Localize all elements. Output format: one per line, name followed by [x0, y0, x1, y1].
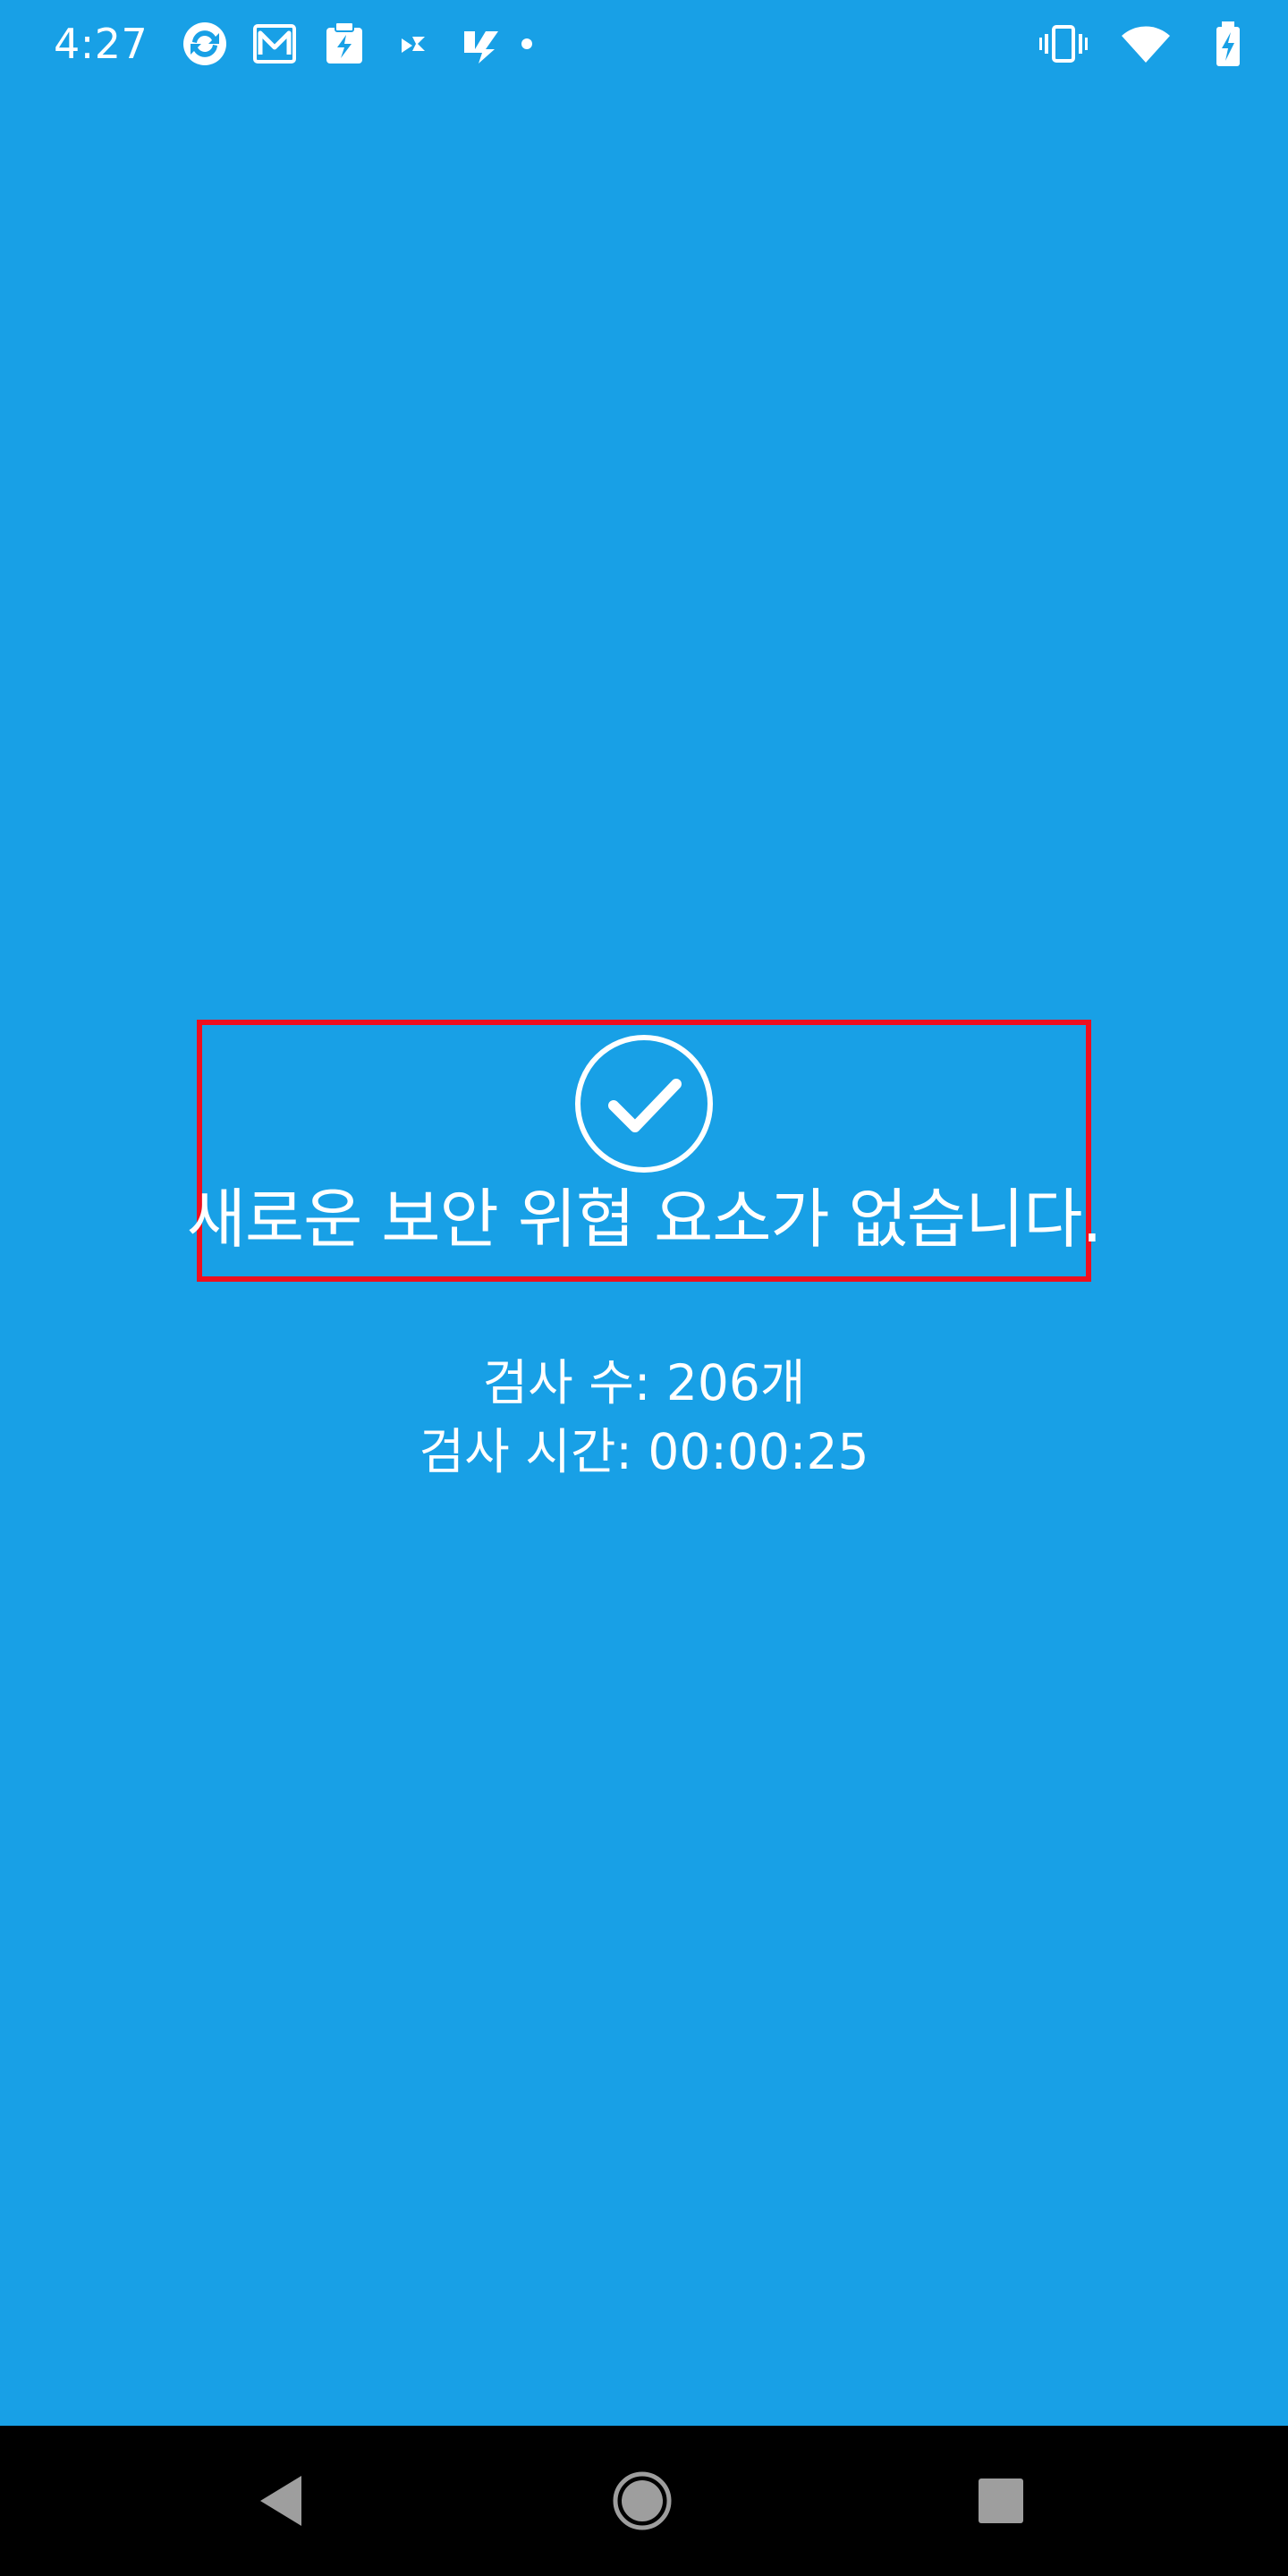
recents-icon — [979, 2479, 1023, 2523]
shuffle-icon — [389, 19, 439, 69]
back-button[interactable] — [250, 2470, 313, 2532]
status-time: 4:27 — [54, 20, 148, 68]
result-title: 새로운 보안 위협 요소가 없습니다. — [186, 1182, 1103, 1257]
navigation-bar — [0, 2426, 1288, 2576]
status-right — [1038, 18, 1254, 70]
clipboard-flash-icon — [319, 19, 369, 69]
back-icon — [260, 2476, 301, 2526]
scan-time-text: 검사 시간: 00:00:25 — [419, 1423, 869, 1480]
recents-button[interactable] — [973, 2473, 1029, 2529]
scan-info: 검사 수: 206개 검사 시간: 00:00:25 — [0, 1349, 1288, 1487]
battery-charging-icon — [1202, 18, 1254, 70]
status-bar: 4:27 — [0, 0, 1288, 88]
vibrate-icon — [1038, 18, 1089, 70]
scan-count-text: 검사 수: 206개 — [482, 1354, 806, 1411]
gallery-icon — [250, 19, 300, 69]
home-icon — [613, 2471, 672, 2530]
more-notifications-dot — [521, 38, 533, 49]
home-button[interactable] — [608, 2467, 676, 2535]
flash-app-icon — [459, 19, 509, 69]
wifi-icon — [1120, 18, 1172, 70]
result-panel: 새로운 보안 위협 요소가 없습니다. — [187, 1020, 1102, 1282]
check-circle-icon — [575, 1035, 713, 1173]
sync-icon — [180, 19, 230, 69]
status-left: 4:27 — [54, 19, 533, 69]
